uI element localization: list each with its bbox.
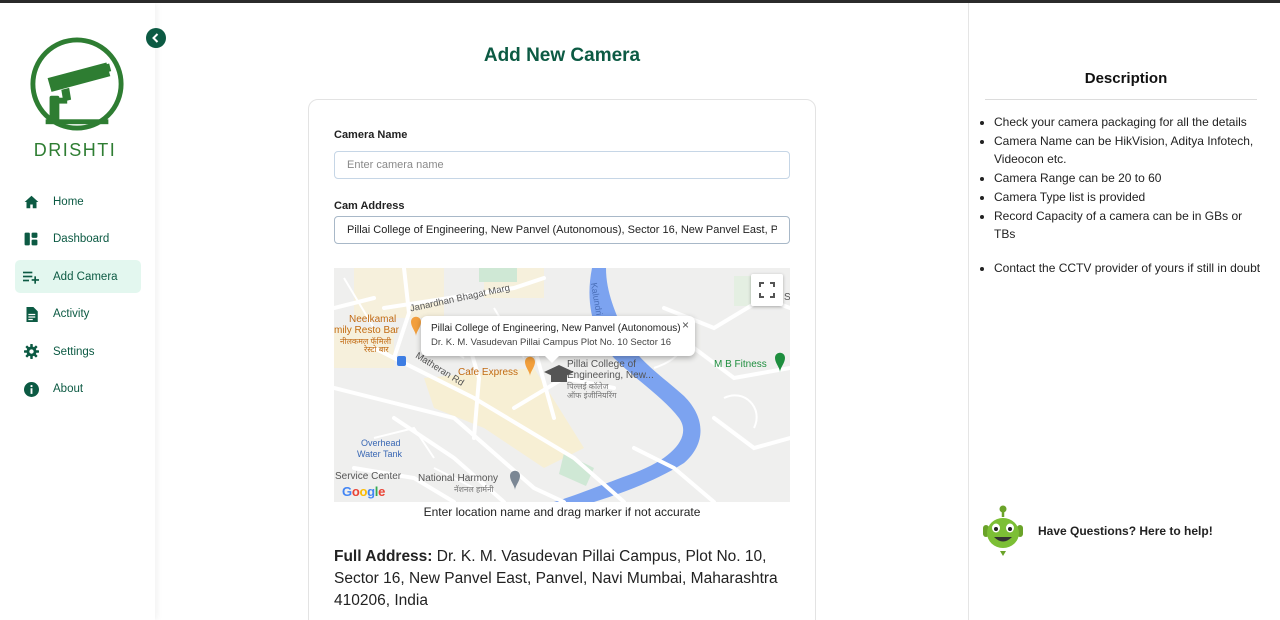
map-info-window: Pillai College of Engineering, New Panve… [421,316,695,363]
help-chatbot-button[interactable]: Have Questions? Here to help! [980,505,1213,557]
list-item: Camera Type list is provided [994,188,1264,207]
info-window-close-button[interactable]: × [682,318,689,332]
sidebar-item-label: Activity [53,308,90,320]
brand-name: DRISHTI [33,140,117,160]
panel-divider [968,3,969,620]
map-tiles [334,268,790,502]
list-item: Record Capacity of a camera can be in GB… [994,207,1264,244]
description-title: Description [1084,70,1168,87]
add-camera-form: Camera Name Cam Address [308,99,816,620]
google-logo: Google [342,484,386,499]
bus-stop-icon [397,356,406,366]
sidebar-item-dashboard[interactable]: Dashboard [15,223,141,256]
sidebar-item-label: Add Camera [53,270,118,283]
map-place-label: Neelkamal [349,314,397,325]
help-text: Have Questions? Here to help! [1038,524,1213,538]
gear-icon [23,344,39,360]
map-place-label: Water Tank [357,449,403,459]
map-place-label: Pillai College of [567,359,636,370]
description-list: Check your camera packaging for all the … [994,113,1264,278]
map-place-label: Overhead [361,438,401,448]
full-address-label: Full Address: [334,548,433,565]
map-place-label: Service Center [335,471,402,482]
camera-name-label: Camera Name [334,129,408,141]
list-item: Contact the CCTV provider of yours if st… [994,259,1264,278]
map-place-label: National Harmony [418,473,499,484]
sidebar-item-label: About [53,383,84,395]
camera-name-input[interactable] [334,151,790,179]
page-title: Add New Camera [483,45,641,66]
dashboard-icon [23,231,39,247]
sidebar-item-home[interactable]: Home [15,185,141,218]
top-bar [0,0,1280,3]
map-fullscreen-button[interactable] [751,274,783,306]
playlist-add-icon [23,269,39,285]
sidebar-item-label: Settings [53,345,95,358]
chevron-left-icon [152,33,159,43]
list-item: Camera Range can be 20 to 60 [994,169,1264,188]
list-item: Check your camera packaging for all the … [994,113,1264,132]
cam-address-label: Cam Address [334,200,405,212]
map-place-label: S [784,292,790,303]
map-place-label: M B Fitness [714,359,767,370]
sidebar-collapse-button[interactable] [146,28,166,48]
sidebar: DRISHTI Home Dashboard Add Camera Activi… [0,3,155,620]
info-window-address: Dr. K. M. Vasudevan Pillai Campus Plot N… [431,337,672,348]
map-place-label: रेस्टो बार [364,345,389,354]
document-icon [23,306,39,322]
sidebar-item-add-camera[interactable]: Add Camera [15,260,141,293]
sidebar-item-about[interactable]: About [15,373,141,406]
map-hint: Enter location name and drag marker if n… [423,505,701,519]
list-item: Camera Name can be HikVision, Aditya Inf… [994,132,1264,169]
sidebar-item-label: Dashboard [53,233,110,245]
cctv-logo [30,37,124,131]
sidebar-item-label: Home [53,195,84,208]
location-map[interactable]: Janardhan Bhagat Marg Matheran Rd Kalund… [334,268,790,502]
map-place-label: Engineering, New... [567,370,654,381]
sidebar-item-settings[interactable]: Settings [15,335,141,368]
fullscreen-icon [759,282,775,298]
info-window-title: Pillai College of Engineering, New Panve… [431,323,681,334]
description-divider [985,99,1257,100]
map-place-label: Cafe Express [458,367,519,378]
home-icon [23,194,39,210]
map-place-label: नॅशनल हार्मनी [454,485,494,494]
chatbot-icon [983,505,1023,556]
info-icon [23,381,39,397]
cam-address-input[interactable] [334,216,790,244]
map-place-label: ऑफ इंजीनियरिंग [567,391,617,400]
sidebar-nav: Home Dashboard Add Camera Activity Setti… [15,185,141,410]
sidebar-item-activity[interactable]: Activity [15,298,141,331]
full-address: Full Address: Dr. K. M. Vasudevan Pillai… [334,546,790,612]
map-place-label: mily Resto Bar [334,325,400,336]
